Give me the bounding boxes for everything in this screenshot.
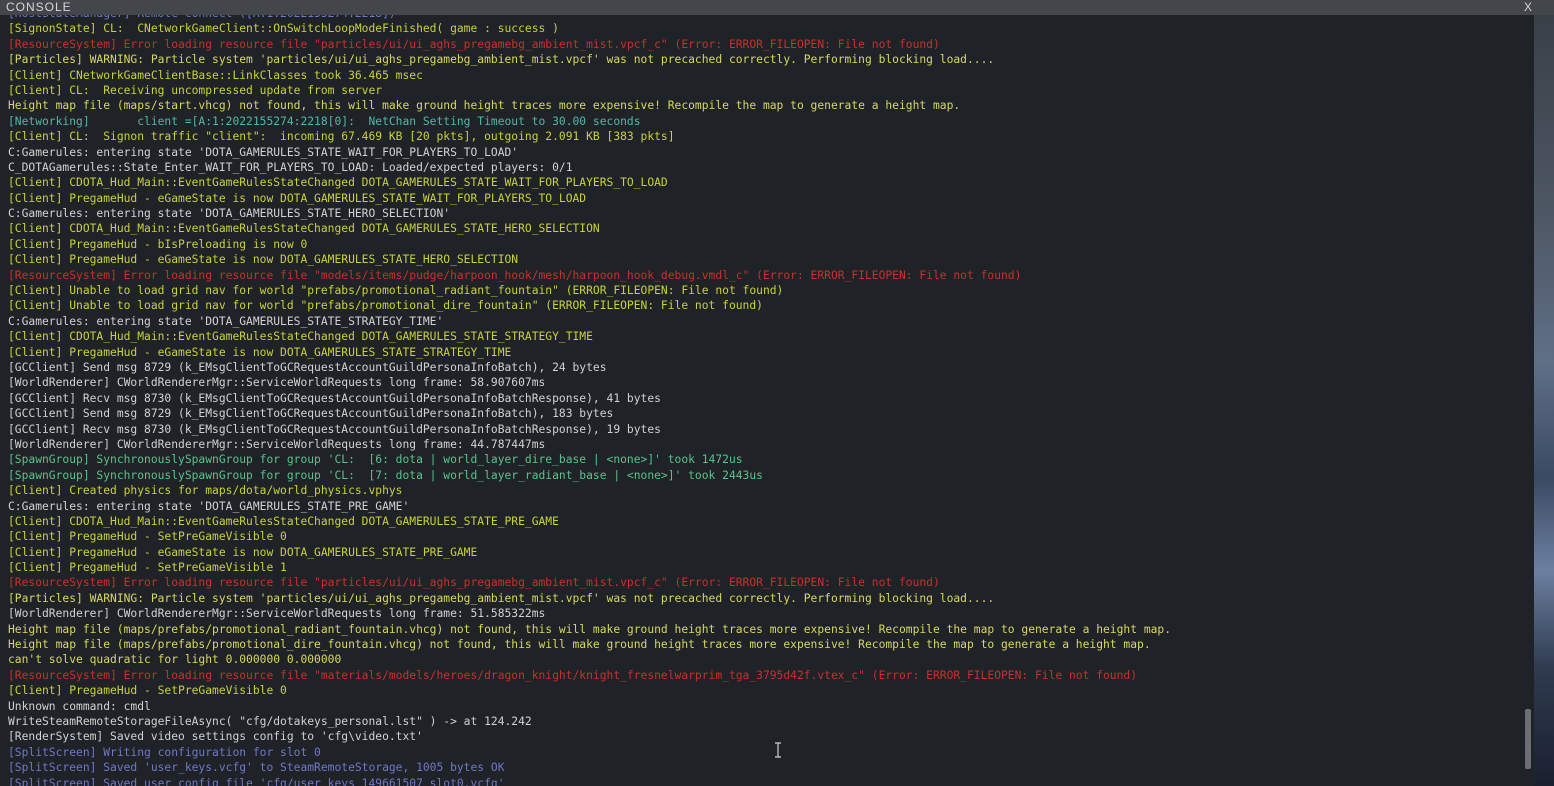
log-line: C:Gamerules: entering state 'DOTA_GAMERU… bbox=[8, 499, 410, 513]
log-line: [WorldRenderer] CWorldRendererMgr::Servi… bbox=[8, 376, 546, 390]
log-line: [Client] CL: Signon traffic "client": in… bbox=[8, 130, 675, 144]
log-line: [SpawnGroup] SynchronouslySpawnGroup for… bbox=[8, 453, 743, 467]
log-line: [Client] Created physics for maps/dota/w… bbox=[8, 484, 403, 498]
console-title: CONSOLE bbox=[6, 0, 72, 14]
log-line: C:Gamerules: entering state 'DOTA_GAMERU… bbox=[8, 314, 444, 328]
log-line: [Client] CDOTA_Hud_Main::EventGameRulesS… bbox=[8, 514, 559, 528]
log-line: [Client] PregameHud - eGameState is now … bbox=[8, 545, 478, 559]
log-line: [Networking] client =[A:1:2022155274:221… bbox=[8, 114, 641, 128]
log-line: [Client] PregameHud - eGameState is now … bbox=[8, 191, 587, 205]
log-line: [Client] CDOTA_Hud_Main::EventGameRulesS… bbox=[8, 330, 593, 344]
log-line: WriteSteamRemoteStorageFileAsync( "cfg/d… bbox=[8, 714, 532, 728]
log-line: [GCClient] Recv msg 8730 (k_EMsgClientTo… bbox=[8, 422, 661, 436]
log-line: [SplitScreen] Saved user config file 'cf… bbox=[8, 776, 505, 786]
log-line: C:Gamerules: entering state 'DOTA_GAMERU… bbox=[8, 145, 519, 159]
log-line: Height map file (maps/prefabs/promotiona… bbox=[8, 638, 1151, 652]
game-background-edge bbox=[1534, 15, 1554, 786]
log-line: [SplitScreen] Writing configuration for … bbox=[8, 745, 321, 759]
log-line: [Client] Unable to load grid nav for wor… bbox=[8, 299, 763, 313]
log-line: [Client] Unable to load grid nav for wor… bbox=[8, 284, 784, 298]
log-line: [Particles] WARNING: Particle system 'pa… bbox=[8, 591, 995, 605]
log-line: [GCClient] Recv msg 8730 (k_EMsgClientTo… bbox=[8, 391, 661, 405]
log-line: [WorldRenderer] CWorldRendererMgr::Servi… bbox=[8, 607, 546, 621]
log-line: [GCClient] Send msg 8729 (k_EMsgClientTo… bbox=[8, 360, 607, 374]
log-lines: [HostStateManager] Remote connect ([A:1:… bbox=[8, 15, 1171, 786]
log-line: Height map file (maps/start.vhcg) not fo… bbox=[8, 99, 961, 113]
log-line: [Particles] WARNING: Particle system 'pa… bbox=[8, 53, 995, 67]
log-line: [SplitScreen] Saved 'user_keys.vcfg' to … bbox=[8, 761, 505, 775]
log-line: [Client] PregameHud - SetPreGameVisible … bbox=[8, 530, 287, 544]
log-line: can't solve quadratic for light 0.000000… bbox=[8, 653, 342, 667]
log-line: [SpawnGroup] SynchronouslySpawnGroup for… bbox=[8, 468, 763, 482]
log-line: [GCClient] Send msg 8729 (k_EMsgClientTo… bbox=[8, 407, 614, 421]
console-output[interactable]: [HostStateManager] Remote connect ([A:1:… bbox=[0, 15, 1534, 786]
log-line: Unknown command: cmdl bbox=[8, 699, 151, 713]
log-line: [Client] CL: Receiving uncompressed upda… bbox=[8, 83, 383, 97]
log-line: [ResourceSystem] Error loading resource … bbox=[8, 668, 1138, 682]
scrollbar-thumb[interactable] bbox=[1525, 709, 1531, 769]
log-line: Height map file (maps/prefabs/promotiona… bbox=[8, 622, 1172, 636]
log-line: C:Gamerules: entering state 'DOTA_GAMERU… bbox=[8, 207, 451, 221]
log-line: [Client] PregameHud - SetPreGameVisible … bbox=[8, 684, 287, 698]
text-cursor-icon bbox=[775, 742, 781, 758]
console-scrollbar[interactable] bbox=[1522, 15, 1534, 786]
log-line: [Client] PregameHud - bIsPreloading is n… bbox=[8, 237, 308, 251]
close-button[interactable]: X bbox=[1524, 0, 1532, 14]
log-line: [Client] CNetworkGameClientBase::LinkCla… bbox=[8, 68, 423, 82]
log-line: [WorldRenderer] CWorldRendererMgr::Servi… bbox=[8, 437, 546, 451]
log-line: [Client] PregameHud - SetPreGameVisible … bbox=[8, 561, 287, 575]
log-line: [RenderSystem] Saved video settings conf… bbox=[8, 730, 423, 744]
log-line: C_DOTAGamerules::State_Enter_WAIT_FOR_PL… bbox=[8, 160, 573, 174]
log-line: [Client] CDOTA_Hud_Main::EventGameRulesS… bbox=[8, 176, 668, 190]
log-line: [ResourceSystem] Error loading resource … bbox=[8, 37, 940, 51]
log-line: [ResourceSystem] Error loading resource … bbox=[8, 576, 940, 590]
log-line: [Client] PregameHud - eGameState is now … bbox=[8, 253, 519, 267]
log-line: [Client] PregameHud - eGameState is now … bbox=[8, 345, 512, 359]
console-title-bar: CONSOLE X bbox=[0, 0, 1554, 15]
log-line: [Client] CDOTA_Hud_Main::EventGameRulesS… bbox=[8, 222, 600, 236]
log-line: [SignonState] CL: CNetworkGameClient::On… bbox=[8, 22, 559, 36]
log-line: [ResourceSystem] Error loading resource … bbox=[8, 268, 1022, 282]
